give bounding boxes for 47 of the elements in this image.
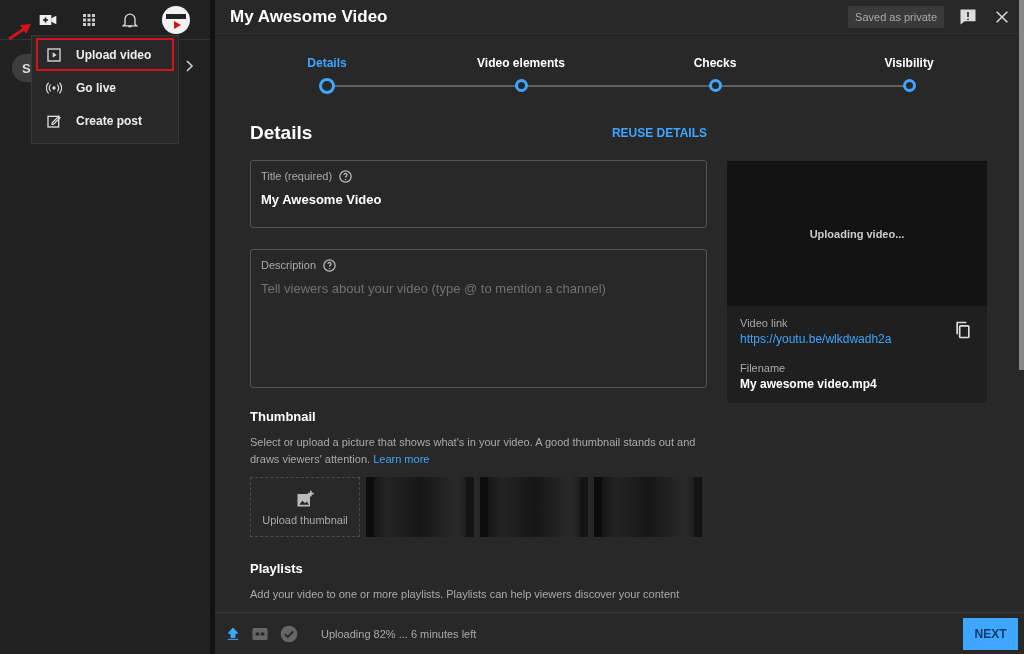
playlists-description: Add your video to one or more playlists. Playlists can help viewers discover your content (250, 587, 681, 602)
section-heading: Thumbnail (250, 409, 317, 424)
scrollbar[interactable] (1019, 0, 1024, 370)
description-field[interactable]: Description Tell viewers about your video (type @ to mention a channel) (250, 248, 707, 388)
step-label[interactable]: Details (307, 56, 347, 70)
broadcast-icon (46, 79, 62, 96)
play-icon (46, 46, 62, 63)
menu-item[interactable]: Go live (32, 71, 178, 104)
help-icon[interactable] (338, 168, 354, 184)
field-placeholder: Tell viewers about your video (type @ to mention a channel) (261, 280, 607, 296)
step-marker[interactable] (902, 79, 916, 92)
video-link[interactable]: https://youtu.be/wlkdwadh2a (740, 332, 974, 346)
field-label: Filename (740, 362, 787, 374)
upload-progress-text: Uploading 82% ... 6 minutes left (321, 627, 478, 640)
step-marker[interactable] (319, 78, 335, 94)
menu-item[interactable]: Create post (32, 104, 178, 137)
thumbnail-description: Select or upload a picture that shows what's in your video. A good thumbnail stands out and draws viewers' attention. Learn more (250, 435, 697, 467)
field-label: Title (required) (261, 170, 333, 183)
filename: My awesome video.mp4 (740, 377, 878, 391)
step-label[interactable]: Video elements (477, 56, 565, 70)
field-label: Description (261, 259, 317, 272)
check-circle-icon[interactable] (279, 623, 299, 644)
upload-status: Uploading video... (809, 227, 905, 240)
step-label[interactable]: Visibility (884, 56, 934, 70)
step-marker[interactable] (514, 79, 528, 92)
section-heading: Details (250, 121, 313, 144)
next-button[interactable]: NEXT (963, 617, 1018, 650)
title-field[interactable]: Title (required) My Awesome Video (250, 159, 707, 228)
learn-more-link[interactable]: Learn more (373, 453, 430, 465)
upload-thumbnail-button[interactable]: Upload thumbnail (250, 477, 360, 537)
add-image-icon (295, 488, 315, 509)
upload-icon[interactable] (225, 625, 241, 642)
status-badge: Saved as private (848, 5, 944, 28)
step-label[interactable]: Checks (693, 56, 737, 70)
copy-icon[interactable] (953, 320, 973, 340)
close-icon[interactable] (994, 8, 1010, 25)
dialog-title: My Awesome Video (230, 6, 389, 27)
field-label: Video link (740, 317, 789, 329)
section-heading: Playlists (250, 561, 304, 576)
step-marker[interactable] (708, 79, 722, 92)
reuse-details-button[interactable]: REUSE DETAILS (611, 121, 707, 144)
field-value: My Awesome Video (261, 191, 383, 207)
menu-item[interactable]: Upload video (36, 38, 174, 71)
chevron-right-icon[interactable] (185, 60, 195, 72)
avatar-icon[interactable] (162, 5, 190, 34)
annotation-arrow (8, 24, 32, 40)
help-icon[interactable] (322, 257, 338, 273)
